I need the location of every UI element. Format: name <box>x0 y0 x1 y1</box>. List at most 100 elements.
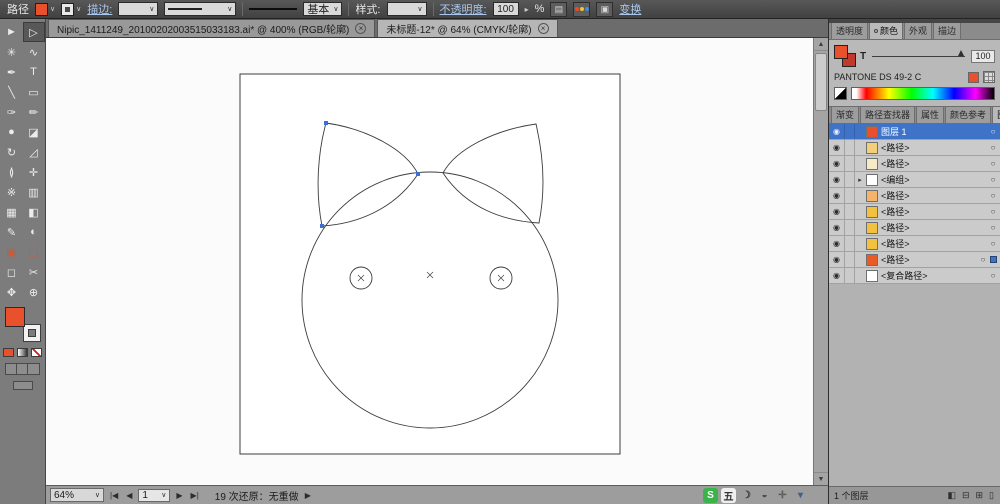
type-tool[interactable]: T <box>23 62 45 82</box>
document-tab[interactable]: Nipic_1411249_20100202003515033183.ai* @… <box>48 19 376 37</box>
target-circle-icon[interactable]: ○ <box>986 239 1000 248</box>
lock-toggle[interactable] <box>845 204 855 219</box>
eyedropper-tool[interactable]: ✎ <box>1 222 23 242</box>
layer-row[interactable]: ◉ <复合路径> ○ <box>829 268 1000 284</box>
visibility-toggle[interactable]: ◉ <box>829 204 845 219</box>
tint-slider[interactable] <box>872 49 965 57</box>
anchor-point[interactable] <box>416 172 420 176</box>
eraser-tool[interactable]: ◪ <box>23 122 45 142</box>
swatch-grid-icon[interactable] <box>983 71 995 83</box>
gradient-button[interactable] <box>17 348 28 357</box>
draw-inside-button[interactable] <box>28 364 39 374</box>
target-circle-icon[interactable]: ○ <box>986 175 1000 184</box>
panel-tab-attributes[interactable]: 属性 <box>916 107 945 123</box>
scroll-down-icon[interactable]: ▼ <box>814 472 828 485</box>
status-flyout-icon[interactable]: ▶ <box>303 491 313 500</box>
magic-wand-tool[interactable]: ✳ <box>1 42 23 62</box>
paintbrush-tool[interactable]: ✑ <box>1 102 23 122</box>
target-circle-icon[interactable]: ○ <box>986 223 1000 232</box>
recolor-artwork-icon[interactable] <box>573 1 591 17</box>
pen-tool[interactable]: ✒ <box>1 62 23 82</box>
lock-toggle[interactable] <box>845 188 855 203</box>
target-circle-icon[interactable]: ○ <box>986 191 1000 200</box>
stroke-swatch[interactable] <box>22 324 41 342</box>
target-circle-icon[interactable]: ○ <box>976 255 990 264</box>
lock-toggle[interactable] <box>845 172 855 187</box>
lock-toggle[interactable] <box>845 140 855 155</box>
anchor-point[interactable] <box>320 224 324 228</box>
width-profile-select[interactable]: ∨ <box>164 2 237 16</box>
scale-tool[interactable]: ◿ <box>23 142 45 162</box>
graph-style-icon[interactable]: ▤ <box>550 1 568 17</box>
visibility-toggle[interactable]: ◉ <box>829 124 845 139</box>
tab-close-icon[interactable]: × <box>355 23 367 34</box>
panel-tab-stroke[interactable]: 描边 <box>933 23 962 39</box>
layer-row[interactable]: ◉ <路径> ○ <box>829 220 1000 236</box>
panel-fill-stroke-indicator[interactable] <box>834 45 856 67</box>
target-circle-icon[interactable]: ○ <box>986 127 1000 136</box>
layer-row[interactable]: ◉ <路径> ○ <box>829 236 1000 252</box>
visibility-toggle[interactable]: ◉ <box>829 156 845 171</box>
fill-swatch[interactable] <box>4 307 25 327</box>
scroll-up-icon[interactable]: ▲ <box>814 38 828 51</box>
opacity-flyout-icon[interactable]: ▸ <box>525 5 529 14</box>
screen-mode-button[interactable] <box>12 381 33 390</box>
target-circle-icon[interactable]: ○ <box>986 207 1000 216</box>
panel-tab-color-guide[interactable]: 颜色参考 <box>945 107 992 123</box>
mask-icon[interactable]: ▣ <box>596 1 614 17</box>
panel-tab-transparency[interactable]: 透明度 <box>831 23 869 39</box>
ime-pin-icon[interactable]: ▾ <box>793 488 808 503</box>
fill-color-chip[interactable]: ∨ <box>35 2 55 16</box>
free-transform-tool[interactable]: ✛ <box>23 162 45 182</box>
direct-selection-tool[interactable]: ▷ <box>22 22 45 42</box>
brush-definition-select[interactable]: 基本 ∨ <box>303 2 343 16</box>
style-select[interactable]: ∨ <box>386 2 427 16</box>
layer-row[interactable]: ◉ <路径> ○ <box>829 156 1000 172</box>
panel-tab-layers[interactable]: 图层 <box>992 107 1000 123</box>
canvas[interactable] <box>46 38 813 485</box>
layer-row[interactable]: ◉ <路径> ○ <box>829 252 1000 268</box>
visibility-toggle[interactable]: ◉ <box>829 172 845 187</box>
new-layer-button[interactable]: ⊞ <box>975 490 985 501</box>
make-clip-mask-button[interactable]: ◧ <box>946 490 957 501</box>
opacity-link[interactable]: 不透明度: <box>440 1 487 17</box>
lock-toggle[interactable] <box>845 124 855 139</box>
expand-arrow-icon[interactable]: ▸ <box>855 172 865 187</box>
document-tab[interactable]: 未标题-12* @ 64% (CMYK/轮廓) × <box>377 19 558 37</box>
delete-layer-button[interactable]: ▯ <box>988 490 995 501</box>
ime-skin-icon[interactable]: ☽ <box>739 488 754 503</box>
fill-stroke-indicator[interactable] <box>4 307 42 343</box>
new-sublayer-button[interactable]: ⊟ <box>961 490 971 501</box>
rotate-tool[interactable]: ↻ <box>1 142 23 162</box>
layer-row[interactable]: ◉ <路径> ○ <box>829 188 1000 204</box>
layer-row[interactable]: ◉ 图层 1 ○ <box>829 124 1000 140</box>
lock-toggle[interactable] <box>845 156 855 171</box>
layer-row[interactable]: ◉ <路径> ○ <box>829 204 1000 220</box>
opacity-input[interactable]: 100 <box>492 2 519 16</box>
panel-fill-swatch[interactable] <box>834 45 848 59</box>
color-button[interactable] <box>3 348 14 357</box>
tab-close-icon[interactable]: × <box>537 23 549 34</box>
next-page-button[interactable]: ▶ <box>174 491 184 500</box>
ime-toolbox-icon[interactable]: ✛ <box>775 488 790 503</box>
line-segment-tool[interactable]: ╲ <box>1 82 23 102</box>
page-number-select[interactable]: 1 ∨ <box>138 488 171 502</box>
transform-link[interactable]: 变换 <box>619 1 641 17</box>
target-circle-icon[interactable]: ○ <box>986 271 1000 280</box>
scrollbar-thumb[interactable] <box>815 53 827 111</box>
target-circle-icon[interactable]: ○ <box>986 159 1000 168</box>
lock-toggle[interactable] <box>845 220 855 235</box>
ime-sogou-icon[interactable]: S <box>703 487 718 503</box>
none-button[interactable] <box>31 348 42 357</box>
visibility-toggle[interactable]: ◉ <box>829 188 845 203</box>
lasso-tool[interactable]: ∿ <box>23 42 45 62</box>
zoom-level-select[interactable]: 64% ∨ <box>50 488 104 502</box>
artboard-tool[interactable]: ◻ <box>1 262 23 282</box>
draw-normal-button[interactable] <box>6 364 17 374</box>
stroke-weight-select[interactable]: ∨ <box>118 2 159 16</box>
visibility-toggle[interactable]: ◉ <box>829 220 845 235</box>
panel-tab-pathfinder[interactable]: 路径查找器 <box>860 107 916 123</box>
last-page-button[interactable]: ▶| <box>189 491 201 500</box>
symbol-sprayer-tool[interactable]: ※ <box>1 182 23 202</box>
pencil-tool[interactable]: ✏ <box>23 102 45 122</box>
